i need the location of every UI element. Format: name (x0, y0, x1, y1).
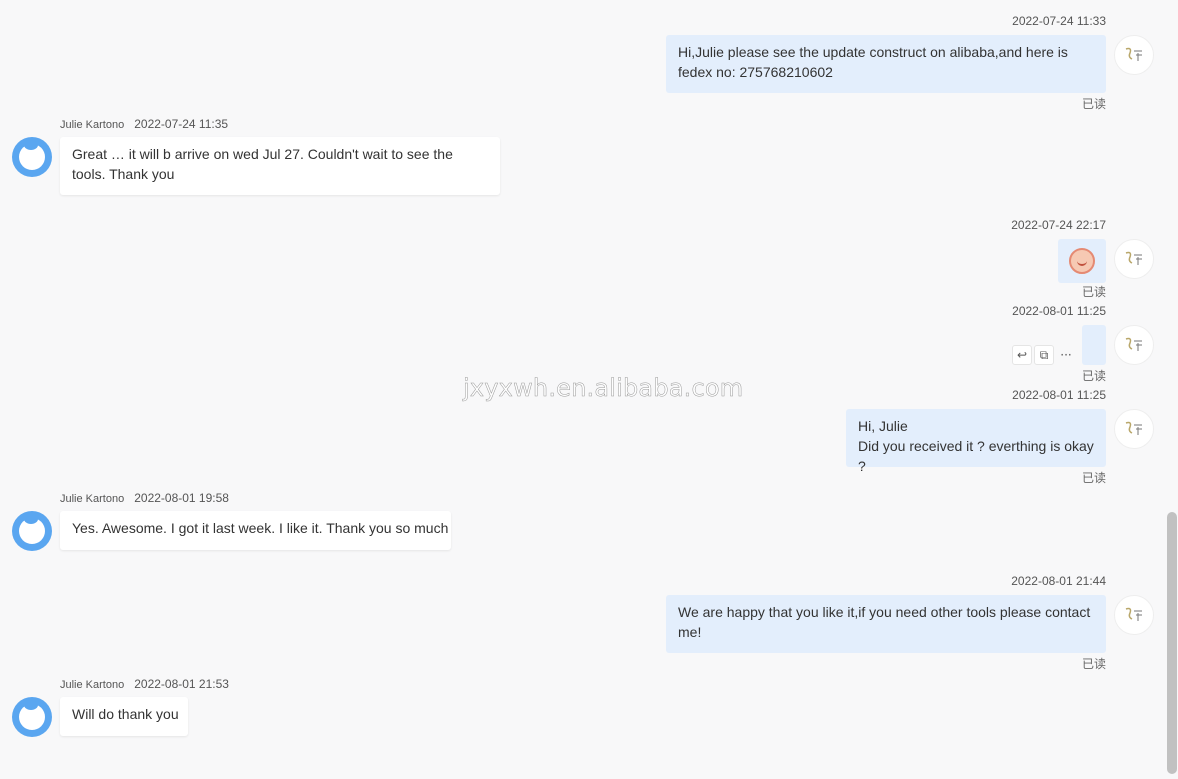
message-line: Hi, Julie (858, 418, 908, 434)
message-sender-line: Julie Kartono 2022-08-01 19:58 (60, 491, 229, 505)
message-timestamp: 2022-08-01 11:25 (1012, 388, 1106, 402)
company-logo-icon (1125, 607, 1142, 621)
chat-message-list: 2022-07-24 11:33 Hi,Julie please see the… (0, 0, 1166, 779)
scrollbar-thumb[interactable] (1167, 512, 1177, 774)
incoming-message-bubble[interactable]: Yes. Awesome. I got it last week. I like… (60, 511, 451, 550)
more-options-icon[interactable]: ··· (1056, 345, 1076, 365)
message-timestamp: 2022-08-01 19:58 (134, 491, 229, 505)
self-avatar[interactable] (1114, 239, 1154, 279)
emoji-girl-sticker-icon (1069, 248, 1095, 274)
message-sender-line: Julie Kartono 2022-08-01 21:53 (60, 677, 229, 691)
self-avatar[interactable] (1114, 325, 1154, 365)
read-receipt: 已读 (1081, 471, 1106, 485)
incoming-message-bubble[interactable]: Great … it will b arrive on wed Jul 27. … (60, 137, 500, 195)
company-logo-icon (1125, 337, 1142, 351)
read-receipt: 已读 (1081, 285, 1106, 299)
incoming-message-bubble[interactable]: Will do thank you (60, 697, 188, 736)
julie-avatar[interactable] (12, 511, 52, 551)
company-logo-icon (1125, 47, 1142, 61)
translate-icon[interactable]: ⧉ (1034, 345, 1054, 365)
company-logo-icon (1125, 421, 1142, 435)
outgoing-message-bubble[interactable]: Hi,Julie please see the update construct… (666, 35, 1106, 93)
watermark: jxyxwh.en.alibaba.com (463, 374, 744, 403)
message-timestamp: 2022-08-01 21:53 (134, 677, 229, 691)
julie-avatar[interactable] (12, 137, 52, 177)
read-receipt: 已读 (1081, 657, 1106, 671)
message-timestamp: 2022-07-24 11:33 (1012, 14, 1106, 28)
message-timestamp: 2022-07-24 22:17 (1011, 218, 1106, 232)
sender-name: Julie Kartono (60, 493, 125, 505)
sender-name: Julie Kartono (60, 679, 125, 691)
sender-name: Julie Kartono (60, 119, 125, 131)
self-avatar[interactable] (1114, 35, 1154, 75)
message-timestamp: 2022-08-01 11:25 (1012, 304, 1106, 318)
company-logo-icon (1125, 251, 1142, 265)
reply-icon[interactable]: ↩ (1012, 345, 1032, 365)
read-receipt: 已读 (1081, 369, 1106, 383)
read-receipt: 已读 (1081, 97, 1106, 111)
message-line: Did you received it ? everthing is okay … (858, 438, 1094, 474)
sticker-message-bubble[interactable] (1058, 239, 1106, 283)
outgoing-message-bubble[interactable]: We are happy that you like it,if you nee… (666, 595, 1106, 653)
message-timestamp: 2022-08-01 21:44 (1011, 574, 1106, 588)
self-avatar[interactable] (1114, 595, 1154, 635)
outgoing-message-bubble[interactable]: Hi, Julie Did you received it ? everthin… (846, 409, 1106, 474)
julie-avatar[interactable] (12, 697, 52, 737)
message-sender-line: Julie Kartono 2022-07-24 11:35 (60, 117, 228, 131)
empty-message-bubble[interactable] (1082, 325, 1106, 365)
self-avatar[interactable] (1114, 409, 1154, 449)
message-timestamp: 2022-07-24 11:35 (134, 117, 229, 131)
